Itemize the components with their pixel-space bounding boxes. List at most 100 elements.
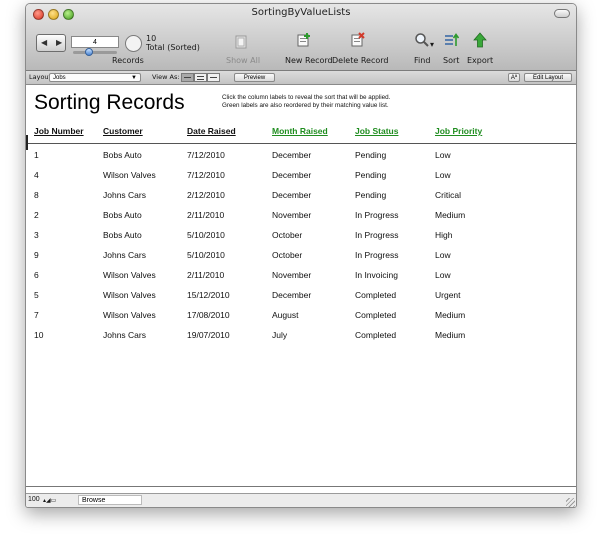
formatting-bar-button[interactable]: Aª xyxy=(508,73,520,82)
edit-layout-button[interactable]: Edit Layout xyxy=(524,73,572,82)
cell-job-priority: Critical xyxy=(435,190,461,200)
cell-job-number: 2 xyxy=(34,210,39,220)
view-as-label: View As: xyxy=(152,73,180,81)
current-record-field[interactable]: 4 xyxy=(71,36,119,48)
new-record-button[interactable]: New Record xyxy=(285,56,333,65)
zoom-controls-icon[interactable]: ▴◢▭ xyxy=(43,497,56,504)
cell-job-priority: Low xyxy=(435,250,451,260)
cell-customer: Johns Cars xyxy=(103,250,146,260)
cell-job-number: 6 xyxy=(34,270,39,280)
cell-customer: Wilson Valves xyxy=(103,290,156,300)
cell-date-raised: 7/12/2010 xyxy=(187,170,225,180)
header-divider xyxy=(26,143,576,144)
table-row[interactable]: 8 Johns Cars 2/12/2010 December Pending Criti… xyxy=(26,190,576,210)
preview-button[interactable]: Preview xyxy=(234,73,275,82)
table-row[interactable]: 1 Bobs Auto 7/12/2010 December Pending Low xyxy=(26,150,576,170)
cell-job-status: In Progress xyxy=(355,230,399,240)
total-label: Total (Sorted) xyxy=(146,43,200,52)
cell-job-priority: Low xyxy=(435,150,451,160)
export-icon[interactable] xyxy=(472,32,488,48)
cell-month-raised: July xyxy=(272,330,288,340)
column-header-month-raised[interactable]: Month Raised xyxy=(272,126,328,136)
view-as-list-icon[interactable] xyxy=(194,73,207,82)
table-row[interactable]: 9 Johns Cars 5/10/2010 October In Progress Lo… xyxy=(26,250,576,270)
column-header-customer[interactable]: Customer xyxy=(103,126,143,136)
cell-job-number: 9 xyxy=(34,250,39,260)
cell-date-raised: 7/12/2010 xyxy=(187,150,225,160)
cell-month-raised: December xyxy=(272,150,312,160)
cell-customer: Wilson Valves xyxy=(103,310,156,320)
table-row[interactable]: 10 Johns Cars 19/07/2010 July Completed Mediu… xyxy=(26,330,576,350)
cell-job-priority: Medium xyxy=(435,310,466,320)
delete-record-icon[interactable] xyxy=(350,32,366,48)
sort-icon[interactable] xyxy=(444,32,460,48)
instructions: Click the column labels to reveal the so… xyxy=(222,94,432,109)
resize-grip-icon[interactable] xyxy=(566,498,575,507)
find-dropdown-chevron-icon[interactable]: ▾ xyxy=(430,40,434,49)
delete-record-button[interactable]: Delete Record xyxy=(332,56,388,65)
book-icon[interactable]: ◀ ▶ xyxy=(36,34,66,52)
column-header-job-status[interactable]: Job Status xyxy=(355,126,398,136)
record-slider-knob[interactable] xyxy=(85,48,93,56)
export-button[interactable]: Export xyxy=(467,56,493,65)
cell-customer: Bobs Auto xyxy=(103,230,142,240)
cell-date-raised: 2/12/2010 xyxy=(187,190,225,200)
cell-job-status: Completed xyxy=(355,290,397,300)
zoom-level[interactable]: 100 xyxy=(28,496,40,503)
mode-indicator[interactable]: Browse xyxy=(78,495,142,505)
cell-job-status: In Invoicing xyxy=(355,270,398,280)
view-as-table-icon[interactable] xyxy=(207,73,220,82)
cell-customer: Bobs Auto xyxy=(103,150,142,160)
cell-customer: Wilson Valves xyxy=(103,170,156,180)
find-button[interactable]: Find xyxy=(414,56,430,65)
table-row[interactable]: 6 Wilson Valves 2/11/2010 November In Invoic… xyxy=(26,270,576,290)
cell-month-raised: October xyxy=(272,250,303,260)
cell-month-raised: August xyxy=(272,310,299,320)
toolbar-toggle-button[interactable] xyxy=(554,9,570,18)
cell-date-raised: 5/10/2010 xyxy=(187,230,225,240)
cell-job-status: In Progress xyxy=(355,250,399,260)
show-all-button[interactable]: Show All xyxy=(226,56,260,65)
cell-date-raised: 5/10/2010 xyxy=(187,250,225,260)
cell-customer: Bobs Auto xyxy=(103,210,142,220)
cell-month-raised: December xyxy=(272,170,312,180)
record-indicator xyxy=(26,135,28,150)
cell-job-status: Completed xyxy=(355,330,397,340)
table-row[interactable]: 3 Bobs Auto 5/10/2010 October In Progress Hig… xyxy=(26,230,576,250)
table-row[interactable]: 2 Bobs Auto 2/11/2010 November In Progress Me… xyxy=(26,210,576,230)
titlebar: SortingByValueLists ◀ ▶ 4 10 Total (Sort… xyxy=(26,4,576,71)
find-icon[interactable] xyxy=(414,32,430,48)
cell-date-raised: 19/07/2010 xyxy=(187,330,230,340)
instruction-line-1: Click the column labels to reveal the so… xyxy=(222,94,391,101)
cell-date-raised: 2/11/2010 xyxy=(187,210,225,220)
table-row[interactable]: 5 Wilson Valves 15/12/2010 December Complete… xyxy=(26,290,576,310)
cell-job-number: 8 xyxy=(34,190,39,200)
table-row[interactable]: 7 Wilson Valves 17/08/2010 August Completed M… xyxy=(26,310,576,330)
column-header-date-raised[interactable]: Date Raised xyxy=(187,126,236,136)
layout-content: Sorting Records Click the column labels … xyxy=(26,85,576,493)
sort-button[interactable]: Sort xyxy=(443,56,459,65)
record-slider[interactable] xyxy=(73,51,117,54)
column-header-job-priority[interactable]: Job Priority xyxy=(435,126,482,136)
new-record-icon[interactable] xyxy=(296,32,312,48)
records-label: Records xyxy=(112,56,144,65)
table-row[interactable]: 4 Wilson Valves 7/12/2010 December Pending Lo… xyxy=(26,170,576,190)
layout-select[interactable]: Jobs ▼ xyxy=(49,73,141,82)
instruction-line-2: Green labels are also reordered by their… xyxy=(222,101,389,109)
cell-month-raised: December xyxy=(272,290,312,300)
previous-record-icon[interactable]: ◀ xyxy=(41,38,47,47)
cell-month-raised: November xyxy=(272,270,312,280)
column-header-job-number[interactable]: Job Number xyxy=(34,126,84,136)
view-as-form-icon[interactable] xyxy=(181,73,194,82)
show-all-icon[interactable] xyxy=(233,34,249,50)
layout-select-value: Jobs xyxy=(53,75,66,81)
next-record-icon[interactable]: ▶ xyxy=(56,38,62,47)
cell-customer: Wilson Valves xyxy=(103,270,156,280)
cell-job-status: Pending xyxy=(355,170,387,180)
cell-job-status: Pending xyxy=(355,190,387,200)
cell-job-number: 5 xyxy=(34,290,39,300)
app-window: SortingByValueLists ◀ ▶ 4 10 Total (Sort… xyxy=(25,3,577,508)
cell-date-raised: 15/12/2010 xyxy=(187,290,230,300)
cell-job-priority: Urgent xyxy=(435,290,461,300)
cell-job-status: Pending xyxy=(355,150,387,160)
